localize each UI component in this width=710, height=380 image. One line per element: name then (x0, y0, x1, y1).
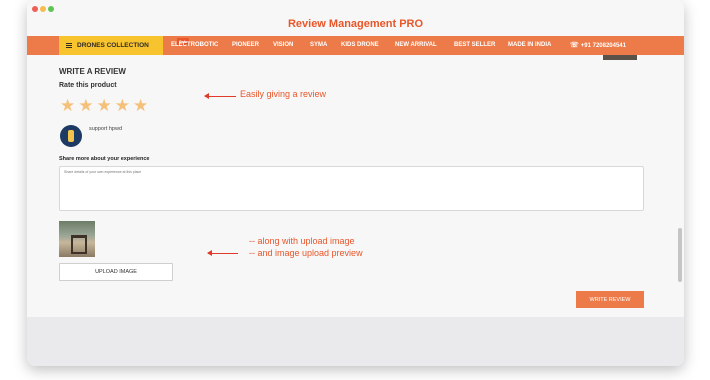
close-window-button[interactable] (32, 6, 38, 12)
scrollbar[interactable] (678, 228, 682, 282)
page-footer (27, 317, 684, 366)
annotation-upload-note-2: -- and image upload preview (249, 248, 363, 258)
upload-image-button[interactable]: UPLOAD IMAGE (59, 263, 173, 281)
top-navigation: DRONES COLLECTION Sale ELECTROBOTIC PION… (27, 36, 684, 55)
share-experience-label: Share more about your experience (59, 156, 150, 162)
product-thumbnail (603, 55, 637, 60)
title-bar: Review Management PRO (27, 0, 684, 36)
annotation-arrow-stars (204, 93, 236, 99)
star-rating[interactable]: ★ ★ ★ ★ ★ (60, 97, 148, 114)
app-title: Review Management PRO (287, 18, 424, 30)
maximize-window-button[interactable] (48, 6, 54, 12)
minimize-window-button[interactable] (40, 6, 46, 12)
nav-item-vision[interactable]: VISION (273, 36, 293, 55)
review-textarea[interactable] (59, 166, 644, 211)
star-icon-1[interactable]: ★ (60, 97, 75, 114)
nav-item-best-seller[interactable]: BEST SELLER (454, 36, 495, 55)
write-review-heading: WRITE A REVIEW (59, 67, 126, 76)
annotation-arrow-upload (207, 250, 238, 256)
star-icon-2[interactable]: ★ (78, 97, 93, 114)
star-icon-5[interactable]: ★ (133, 97, 148, 114)
browser-window: Review Management PRO DRONES COLLECTION … (27, 0, 684, 366)
nav-item-made-in-india[interactable]: MADE IN INDIA (508, 36, 551, 55)
nav-item-kids-drone[interactable]: KIDS DRONE (341, 36, 379, 55)
nav-item-new-arrival[interactable]: NEW ARRIVAL (395, 36, 437, 55)
nav-drones-collection[interactable]: DRONES COLLECTION Sale (59, 36, 190, 55)
nav-item-pioneer[interactable]: PIONEER (232, 36, 259, 55)
nav-phone[interactable]: ☏ +91 7208204541 (570, 36, 626, 55)
annotation-stars-note: Easily giving a review (240, 89, 327, 99)
phone-icon: ☏ (570, 42, 579, 49)
avatar (60, 125, 82, 147)
rate-product-label: Rate this product (59, 82, 117, 89)
star-icon-4[interactable]: ★ (115, 97, 130, 114)
nav-drones-collection-label: DRONES COLLECTION (77, 42, 149, 49)
menu-icon (66, 43, 72, 48)
nav-item-electrobotic[interactable]: ELECTROBOTIC (171, 36, 218, 55)
star-icon-3[interactable]: ★ (97, 97, 112, 114)
user-name: support hpwd (89, 126, 123, 132)
nav-phone-number: +91 7208204541 (580, 43, 626, 49)
write-review-button[interactable]: WRITE REVIEW (576, 291, 644, 308)
uploaded-image-preview (59, 221, 95, 257)
nav-item-syma[interactable]: SYMA (310, 36, 327, 55)
annotation-upload-note-1: -- along with upload image (249, 236, 355, 246)
